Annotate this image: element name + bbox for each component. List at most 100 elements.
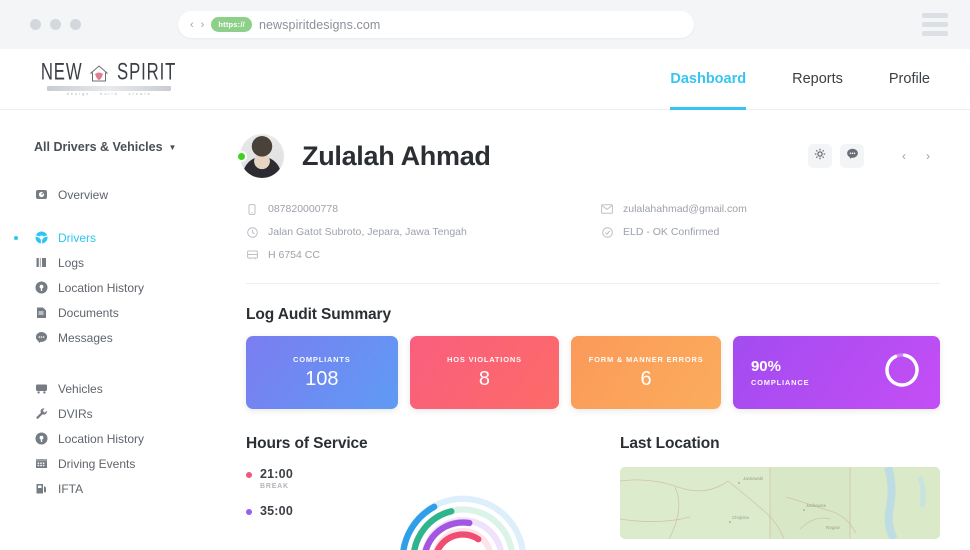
phone-icon — [246, 203, 258, 215]
logo-wordmark: NEW SPIRIT — [38, 59, 181, 86]
page-title: Zulalah Ahmad — [302, 140, 491, 171]
sidebar-group-drivers: Overview Drivers Logs Location History D… — [0, 182, 222, 350]
contact-eld-status: ELD - OK Confirmed — [601, 226, 940, 238]
nav-dashboard[interactable]: Dashboard — [670, 49, 746, 110]
sidebar-item-dvirs[interactable]: DVIRs — [0, 401, 222, 426]
sidebar-item-driving-events[interactable]: Driving Events — [0, 451, 222, 476]
settings-button[interactable] — [808, 144, 832, 168]
card-label: COMPLIANCE — [750, 378, 810, 387]
sidebar: All Drivers & Vehicles ▼ Overview Driver… — [0, 110, 222, 550]
sidebar-item-vehicles[interactable]: Vehicles — [0, 376, 222, 401]
driver-vehicle-filter[interactable]: All Drivers & Vehicles ▼ — [34, 140, 222, 154]
sidebar-item-ifta[interactable]: IFTA — [0, 476, 222, 501]
map-pin-icon — [34, 432, 48, 446]
contact-value: Jalan Gatot Subroto, Jepara, Jawa Tengah — [268, 226, 467, 238]
audit-card-compliants[interactable]: COMPLIANTS 108 — [246, 336, 398, 409]
legend-dot-drive — [246, 509, 252, 515]
record-pager: ‹ › — [892, 144, 940, 168]
sidebar-item-label: Overview — [58, 187, 109, 202]
online-status-dot — [236, 151, 247, 162]
forward-icon[interactable]: › — [201, 19, 205, 31]
hamburger-bar — [922, 31, 948, 36]
messages-button[interactable] — [840, 144, 864, 168]
back-icon[interactable]: ‹ — [190, 19, 194, 31]
lower-panels: Hours of Service 21:00 BREAK 35:00 Last … — [240, 435, 940, 550]
chevron-down-icon[interactable]: ▼ — [169, 143, 177, 152]
card-label: HOS VIOLATIONS — [447, 354, 522, 364]
sidebar-item-messages[interactable]: Messages — [0, 325, 222, 350]
sidebar-item-location-history-2[interactable]: Location History — [0, 426, 222, 451]
sidebar-group-vehicles: Vehicles DVIRs Location History Driving … — [0, 376, 222, 501]
card-value: 108 — [305, 367, 339, 390]
svg-text:Jackowice: Jackowice — [806, 503, 827, 508]
compliance-ring-icon — [882, 350, 922, 395]
address-bar[interactable]: ‹ › https:// newspiritdesigns.com — [178, 11, 694, 38]
sidebar-item-label: DVIRs — [58, 406, 93, 421]
header-actions: ‹ › — [808, 144, 940, 168]
window-close-dot[interactable] — [30, 19, 41, 30]
window-controls[interactable] — [30, 19, 81, 30]
card-value: 8 — [478, 367, 490, 390]
sidebar-item-label: Messages — [58, 330, 113, 345]
last-location-title: Last Location — [620, 435, 720, 452]
hamburger-bar — [922, 13, 948, 18]
hamburger-menu-icon[interactable] — [922, 13, 948, 36]
sidebar-item-label: Drivers — [58, 230, 96, 245]
contact-vehicle-plate: H 6754 CC — [246, 249, 601, 261]
clock-icon — [246, 226, 258, 238]
gauge-icon — [34, 188, 48, 202]
house-icon — [88, 63, 110, 83]
sidebar-item-drivers[interactable]: Drivers — [0, 225, 222, 250]
contact-value: H 6754 CC — [268, 249, 320, 261]
sidebar-item-label: Logs — [58, 255, 85, 270]
legend-dot-break — [246, 472, 252, 478]
sidebar-item-documents[interactable]: Documents — [0, 300, 222, 325]
sidebar-item-label: Driving Events — [58, 456, 136, 471]
contact-details: 087820000778 zulalahahmad@gmail.com Jala… — [240, 203, 940, 261]
window-minimize-dot[interactable] — [50, 19, 61, 30]
section-divider — [246, 283, 940, 284]
site-header: NEW SPIRIT design · build · create Dashb… — [0, 49, 970, 110]
card-label: COMPLIANTS — [293, 354, 351, 364]
map-view[interactable]: Jackowski Jackowice Chojnice Rogow — [620, 467, 940, 539]
last-location-panel: Last Location Jackowski Jackowice Chojni… — [620, 435, 940, 539]
audit-card-compliance[interactable]: 90% COMPLIANCE — [732, 336, 940, 409]
sidebar-item-label: Vehicles — [58, 381, 103, 396]
sidebar-item-logs[interactable]: Logs — [0, 250, 222, 275]
audit-card-hos-violations[interactable]: HOS VIOLATIONS 8 — [409, 336, 560, 409]
nav-reports[interactable]: Reports — [792, 49, 843, 110]
legend-time: 35:00 — [260, 504, 293, 518]
window-maximize-dot[interactable] — [70, 19, 81, 30]
chat-bubble-icon — [846, 147, 859, 165]
logs-icon — [34, 256, 48, 270]
sidebar-item-label: Documents — [58, 305, 119, 320]
logo-rule — [47, 86, 172, 91]
document-icon — [34, 306, 48, 320]
hours-of-service-panel: Hours of Service 21:00 BREAK 35:00 — [246, 435, 590, 550]
browser-nav-arrows[interactable]: ‹ › — [190, 19, 204, 31]
contact-value: zulalahahmad@gmail.com — [623, 203, 747, 215]
map-tiles: Jackowski Jackowice Chojnice Rogow — [620, 467, 940, 539]
legend-sublabel: BREAK — [260, 483, 289, 490]
avatar[interactable] — [236, 134, 284, 178]
contact-value: ELD - OK Confirmed — [623, 226, 720, 238]
site-logo[interactable]: NEW SPIRIT design · build · create — [38, 59, 181, 96]
sidebar-item-overview[interactable]: Overview — [0, 182, 222, 207]
svg-text:Chojnice: Chojnice — [732, 515, 750, 520]
steering-wheel-icon — [34, 231, 48, 245]
svg-text:Rogow: Rogow — [826, 525, 840, 530]
nav-profile[interactable]: Profile — [889, 49, 930, 110]
chat-bubble-icon — [34, 331, 48, 345]
logo-word-right: SPIRIT — [117, 59, 177, 86]
sidebar-item-location-history-1[interactable]: Location History — [0, 275, 222, 300]
next-record-button[interactable]: › — [916, 144, 940, 168]
mail-icon — [601, 203, 613, 215]
url-text[interactable]: newspiritdesigns.com — [259, 18, 381, 32]
contact-address: Jalan Gatot Subroto, Jepara, Jawa Tengah — [246, 226, 601, 238]
audit-cards: COMPLIANTS 108 HOS VIOLATIONS 8 FORM & M… — [240, 336, 940, 409]
sidebar-item-label: Location History — [58, 280, 145, 295]
prev-record-button[interactable]: ‹ — [892, 144, 916, 168]
truck-icon — [34, 382, 48, 396]
audit-card-form-manner-errors[interactable]: FORM & MANNER ERRORS 6 — [571, 336, 721, 409]
wrench-icon — [34, 407, 48, 421]
